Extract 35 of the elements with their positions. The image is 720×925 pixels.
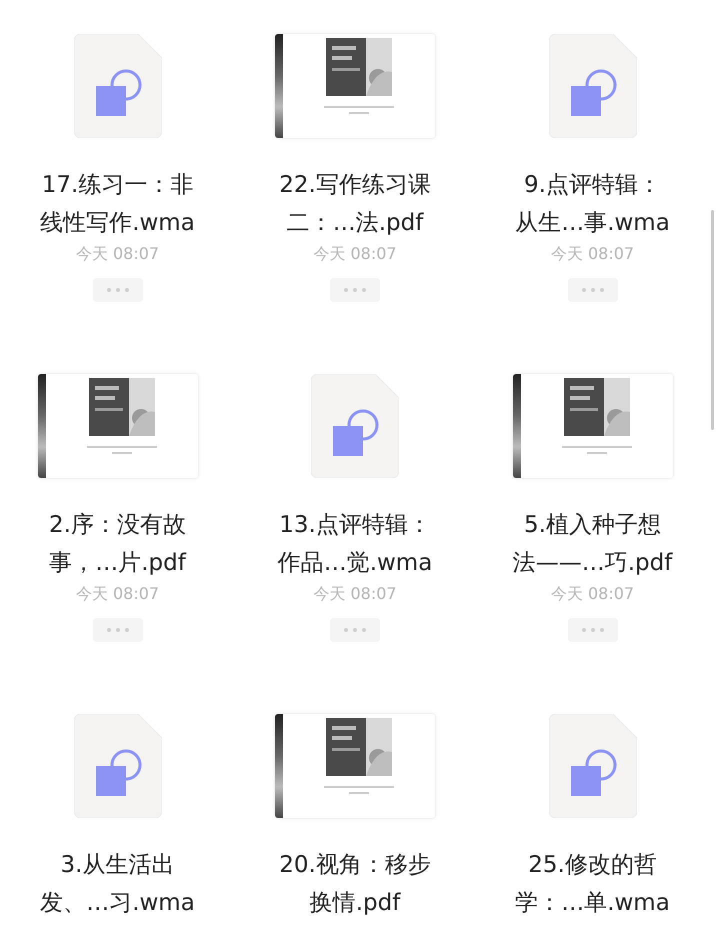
audio-file-icon (548, 34, 636, 138)
modified-time: 今天 08:07 (76, 583, 160, 605)
more-button[interactable] (330, 618, 380, 642)
text-line (324, 786, 394, 788)
more-button[interactable] (92, 618, 142, 642)
file-name: 2.序：没有故 事，…片.pdf (49, 511, 186, 578)
text-line (349, 112, 369, 114)
file-name: 5.植入种子想 法——…巧.pdf (512, 511, 672, 578)
more-button[interactable] (568, 618, 618, 642)
audio-file-icon (74, 34, 162, 138)
file-name: 3.从生活出 发、…习.wma (40, 851, 195, 918)
modified-time: 今天 08:07 (313, 583, 397, 605)
more-button[interactable] (92, 278, 142, 302)
text-line (112, 452, 132, 454)
file-name: 9.点评特辑： 从生…事.wma (515, 171, 670, 238)
audio-file-icon (548, 714, 636, 818)
text-line (562, 446, 632, 448)
more-button[interactable] (568, 278, 618, 302)
file-name: 25.修改的哲 学：…单.wma (515, 851, 670, 918)
text-line (86, 446, 156, 448)
file-name: 20.视角：移步 换情.pdf (279, 851, 431, 918)
audio-file-icon (74, 714, 162, 818)
scroll-bar[interactable] (711, 210, 714, 430)
file-name: 13.点评特辑： 作品…觉.wma (278, 511, 432, 578)
file-name: 22.写作练习课 二：…法.pdf (279, 171, 431, 238)
modified-time: 今天 08:07 (550, 243, 634, 265)
file-name: 17.练习一：非 线性写作.wma (40, 171, 195, 238)
text-line (349, 792, 369, 794)
audio-file-icon (311, 374, 399, 478)
text-line (586, 452, 606, 454)
more-button[interactable] (330, 278, 380, 302)
modified-time: 今天 08:07 (550, 583, 634, 605)
modified-time: 今天 08:07 (313, 243, 397, 265)
modified-time: 今天 08:07 (76, 243, 160, 265)
text-line (324, 106, 394, 108)
